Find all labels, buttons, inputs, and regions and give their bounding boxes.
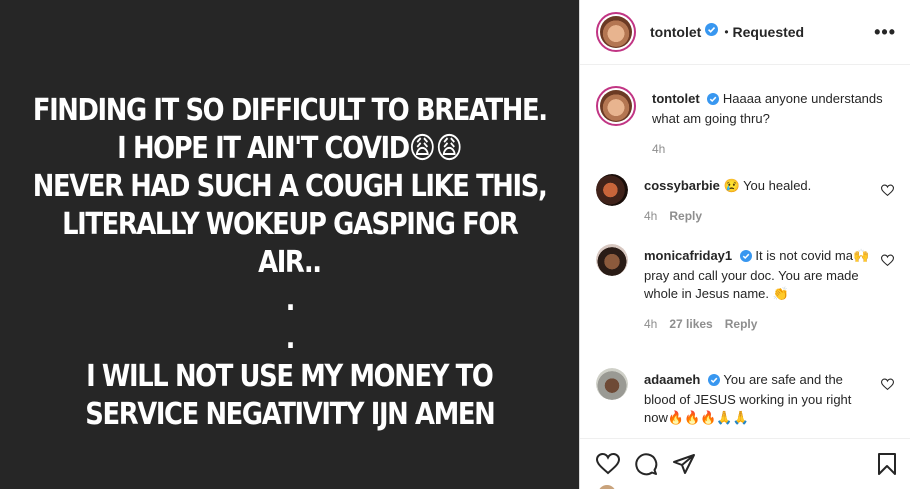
requested-button[interactable]: Requested [733, 24, 805, 40]
verified-badge-icon [705, 23, 719, 41]
weary-face-emoji: 😩😩 [408, 131, 463, 166]
post-text-line: NEVER HAD SUCH A COUGH LIKE THIS, [32, 169, 548, 204]
post-text-line: AIR.. [258, 245, 322, 280]
comment-username[interactable]: adaameh [644, 372, 700, 387]
comment-likes[interactable]: 27 likes [669, 315, 712, 333]
post-text-line: . [285, 283, 295, 318]
separator-dot: • [724, 25, 729, 39]
post-text-line: LITERALLY WOKEUP GASPING FOR [61, 207, 519, 242]
more-options-icon[interactable]: ••• [874, 22, 896, 43]
verified-badge-icon [707, 92, 720, 110]
caption-username[interactable]: tontolet [652, 91, 700, 106]
comments-list[interactable]: tontolet Haaaa anyone understands what a… [580, 66, 910, 438]
comment-time[interactable]: 4h [644, 207, 657, 225]
comment-time[interactable]: 4h [644, 315, 657, 333]
bookmark-icon[interactable] [876, 452, 898, 476]
comment-icon[interactable] [634, 452, 658, 476]
caption: tontolet Haaaa anyone understands what a… [596, 86, 894, 158]
post-text-line: FINDING IT SO DIFFICULT TO BREATHE. [32, 93, 548, 128]
post-image: FINDING IT SO DIFFICULT TO BREATHE. I HO… [0, 0, 579, 489]
post-text-line: I HOPE IT AIN'T COVID😩😩 [116, 131, 463, 166]
author-avatar[interactable] [596, 86, 636, 126]
caption-time[interactable]: 4h [652, 140, 665, 158]
comment-username[interactable]: cossybarbie [644, 178, 720, 193]
author-username[interactable]: tontolet [650, 24, 701, 40]
comment-text: 😢 You healed. [723, 178, 812, 193]
share-icon[interactable] [672, 452, 696, 476]
post-details-panel: tontolet • Requested ••• tontolet Haaaa … [579, 0, 910, 489]
heart-icon[interactable] [880, 254, 895, 272]
post-text-line: SERVICE NEGATIVITY IJN AMEN [84, 397, 495, 432]
comment-item: monicafriday1 It is not covid ma🙌 pray a… [596, 244, 895, 333]
commenter-avatar[interactable] [596, 174, 628, 206]
reply-button[interactable]: Reply [669, 207, 702, 225]
heart-icon[interactable] [596, 452, 620, 476]
author-avatar[interactable] [596, 12, 636, 52]
post-header: tontolet • Requested ••• [580, 0, 910, 65]
action-bar [580, 438, 910, 489]
commenter-avatar[interactable] [596, 244, 628, 276]
reply-button[interactable]: Reply [725, 315, 758, 333]
verified-badge-icon [708, 373, 720, 391]
post-text-line: I WILL NOT USE MY MONEY TO [86, 359, 494, 394]
comment-username[interactable]: monicafriday1 [644, 248, 732, 263]
verified-badge-icon [739, 249, 752, 267]
commenter-avatar[interactable] [596, 368, 628, 400]
post-text-line: . [285, 321, 295, 356]
heart-icon[interactable] [880, 378, 895, 396]
heart-icon[interactable] [880, 184, 895, 202]
comment-item: adaameh You are safe and the blood of JE… [596, 368, 895, 427]
comment-item: cossybarbie 😢 You healed. 4h Reply [596, 174, 895, 225]
